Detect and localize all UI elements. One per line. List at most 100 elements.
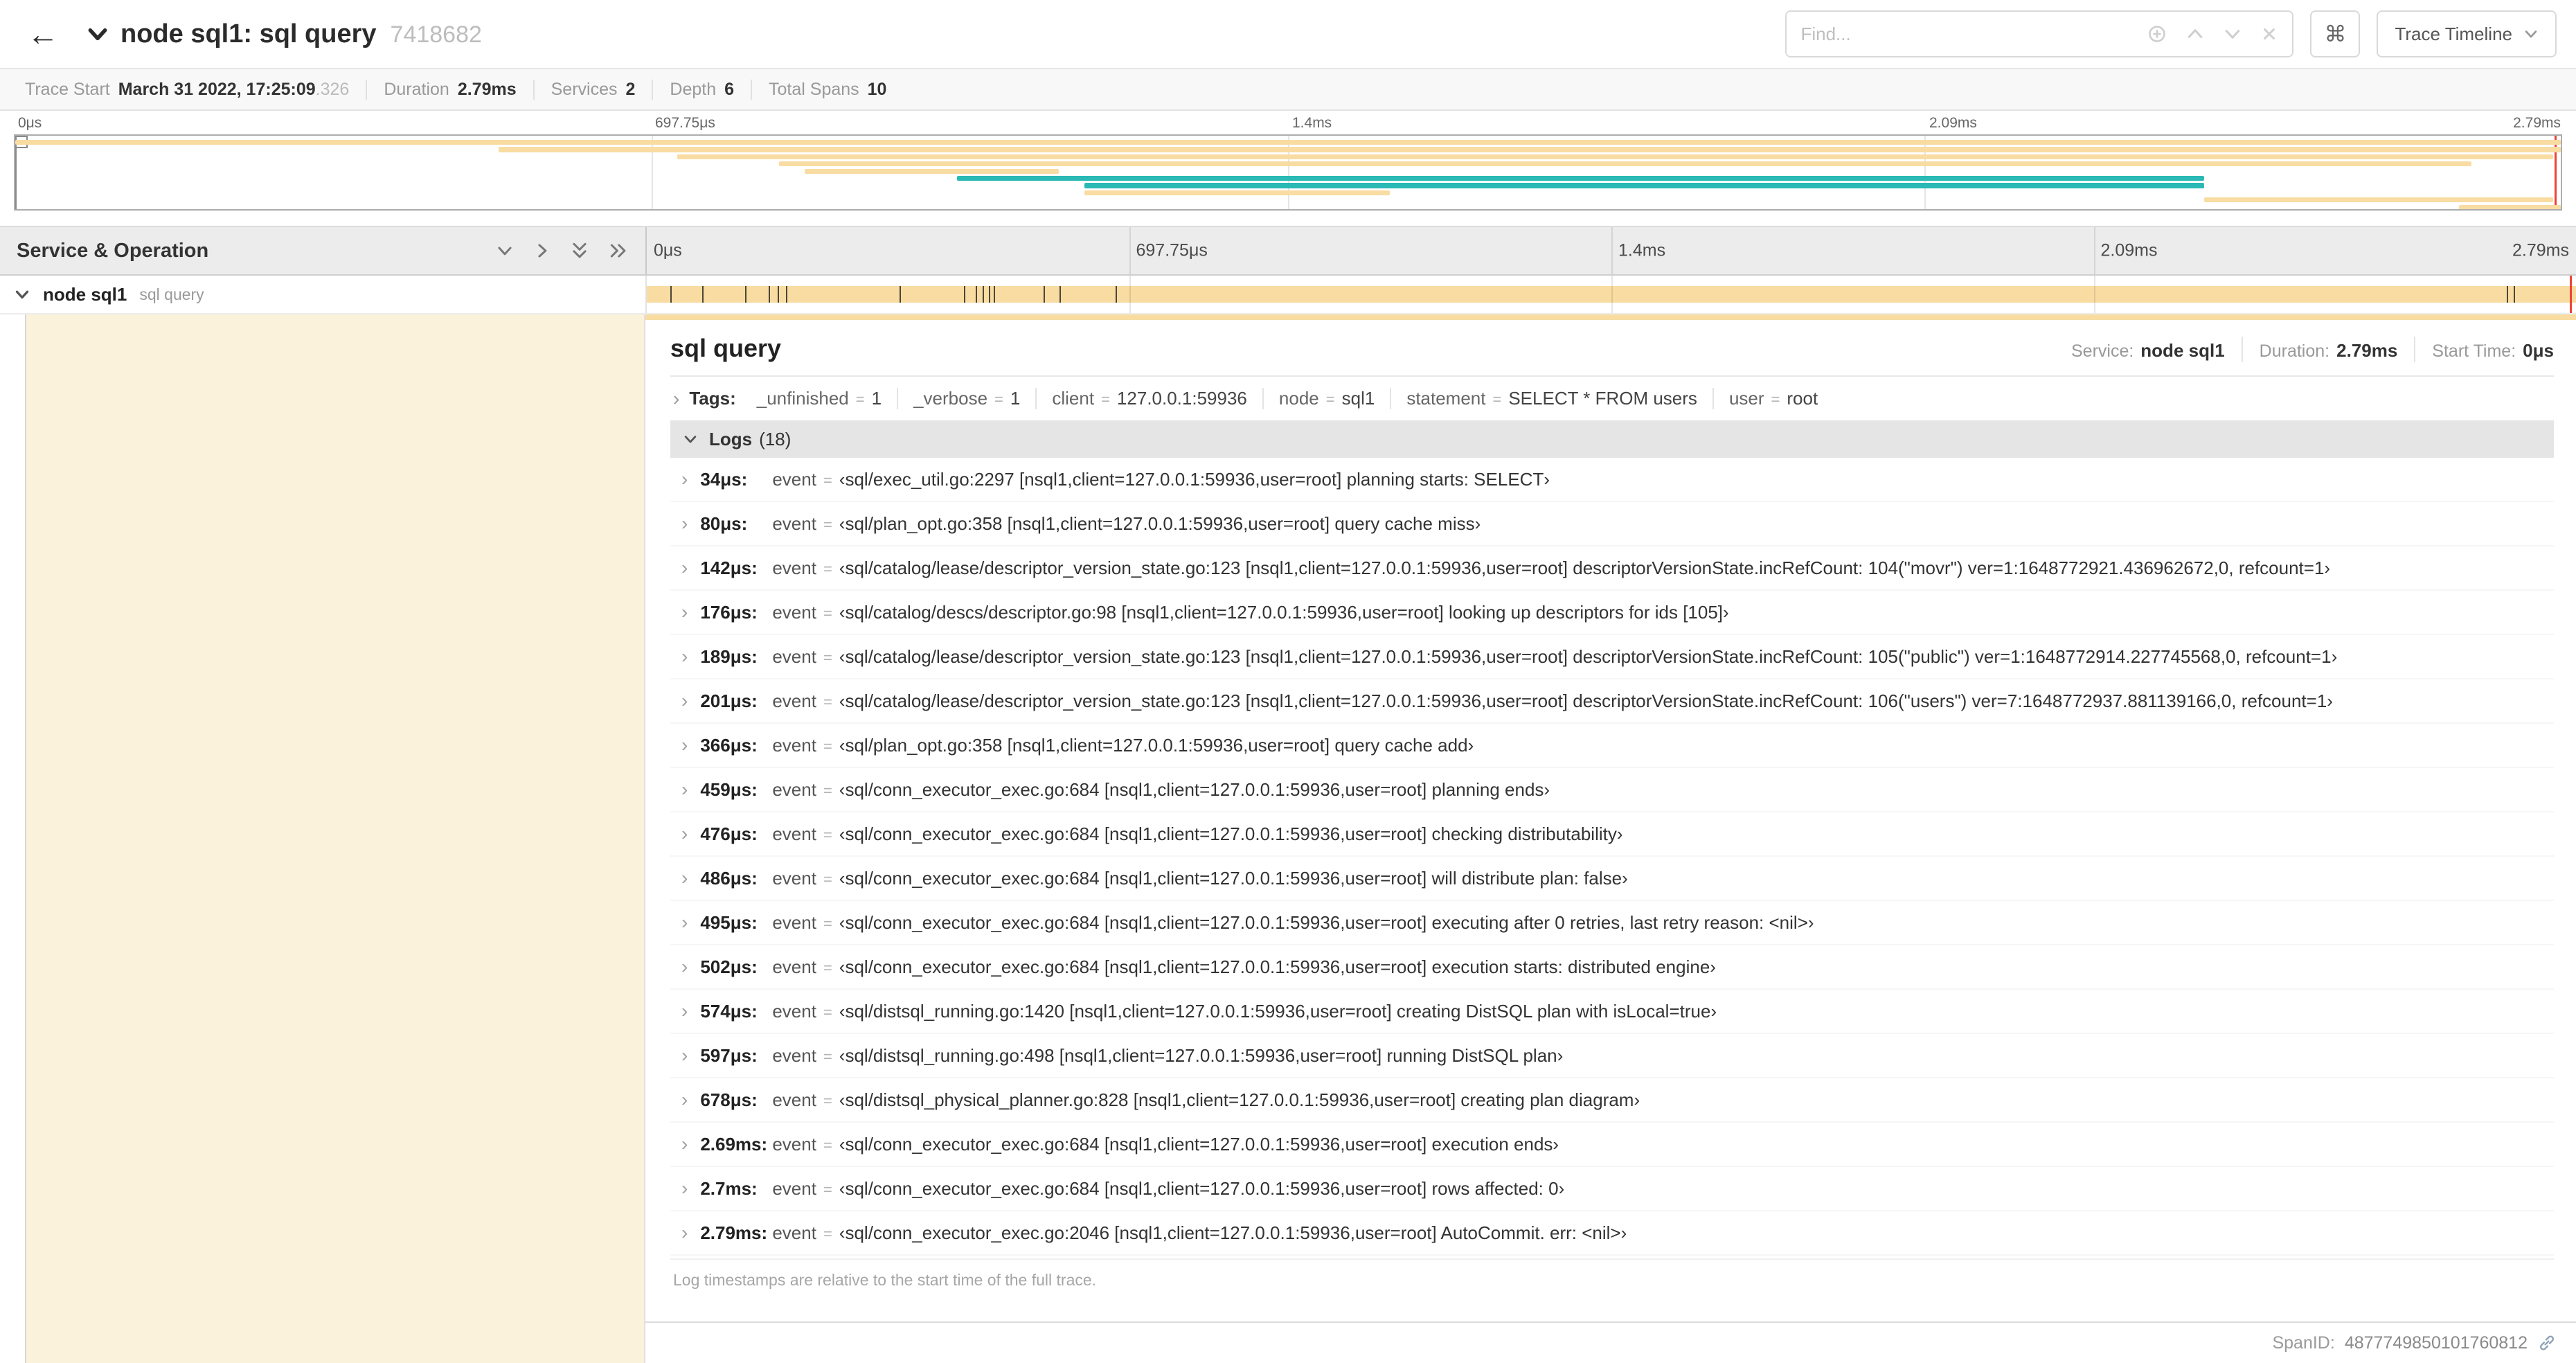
time-tick-label: 697.75μs — [655, 115, 715, 131]
log-event: event = ‹sql/conn_executor_exec.go:684 [ns… — [772, 1178, 1564, 1200]
log-row[interactable]: › 495μs: event = ‹sql/conn_executor_exec.go:… — [670, 901, 2554, 945]
log-row[interactable]: › 2.69ms: event = ‹sql/conn_executor_exec.go… — [670, 1123, 2554, 1167]
log-timestamp: 486μs: — [700, 867, 758, 889]
header-controls: ⌘ Trace Timeline — [1785, 10, 2557, 57]
log-event-value: ‹sql/conn_executor_exec.go:2046 [nsql1,c… — [839, 1222, 1627, 1243]
log-row[interactable]: › 574μs: event = ‹sql/distsql_running.go:142… — [670, 990, 2554, 1034]
log-event-value: ‹sql/distsql_running.go:1420 [nsql1,clie… — [839, 1000, 1717, 1022]
log-timestamp: 495μs: — [700, 911, 758, 933]
log-row[interactable]: › 459μs: event = ‹sql/conn_executor_exec.go:… — [670, 768, 2554, 812]
keyboard-shortcuts-button[interactable]: ⌘ — [2310, 10, 2361, 57]
log-row[interactable]: › 189μs: event = ‹sql/catalog/lease/descript… — [670, 635, 2554, 679]
logs-accordion-header[interactable]: Logs (18) — [670, 420, 2554, 458]
span-id-value: 4877749850101760812 — [2344, 1333, 2528, 1353]
log-event-value: ‹sql/distsql_running.go:498 [nsql1,clien… — [839, 1044, 1564, 1066]
tag-item: node = sql1 — [1264, 388, 1392, 409]
log-event: event = ‹sql/distsql_physical_planner.go:8… — [772, 1089, 1640, 1111]
summary-suffix: .326 — [315, 79, 350, 99]
minimap-span-bar — [778, 161, 2472, 167]
tag-item: statement = SELECT * FROM users — [1391, 388, 1714, 409]
expand-one-icon[interactable] — [533, 242, 551, 260]
chevron-right-icon: › — [681, 1044, 688, 1066]
span-service-meta: Service: node sql1 — [2070, 340, 2225, 361]
log-event: event = ‹sql/catalog/descs/descriptor.go:9… — [772, 602, 1728, 623]
tags-accordion[interactable]: › Tags: _unfinished = 1 _verbose = 1 client = 12… — [670, 377, 2554, 420]
log-event-key: event — [772, 823, 816, 844]
summary-item: Total Spans 10 — [752, 80, 903, 100]
trace-view-select[interactable]: Trace Timeline — [2377, 10, 2557, 57]
log-row[interactable]: › 597μs: event = ‹sql/distsql_running.go:498… — [670, 1034, 2554, 1078]
chevron-right-icon: › — [681, 513, 688, 534]
equals-sign: = — [823, 737, 832, 755]
equals-sign: = — [823, 471, 832, 489]
minimap-canvas[interactable] — [14, 134, 2562, 211]
trace-collapse-toggle[interactable] — [86, 22, 109, 46]
log-event-tick — [983, 286, 985, 303]
log-row[interactable]: › 201μs: event = ‹sql/catalog/lease/descript… — [670, 679, 2554, 724]
span-service-name: node sql1 — [43, 283, 127, 305]
trace-header: ← node sql1: sql query7418682 ⌘ Trace Ti… — [0, 0, 2576, 69]
minimap-span-bar — [677, 154, 2553, 159]
log-event-value: ‹sql/catalog/lease/descriptor_version_st… — [839, 645, 2338, 667]
equals-sign: = — [823, 515, 832, 533]
span-detail-meta: Service: node sql1 Duration: 2.79ms Start … — [2055, 337, 2554, 362]
log-timestamp: 142μs: — [700, 557, 758, 578]
span-expand-chevron-icon[interactable] — [14, 286, 30, 303]
tag-key: client — [1052, 388, 1095, 409]
log-timestamp: 678μs: — [700, 1089, 758, 1110]
tag-value: SELECT * FROM users — [1508, 388, 1697, 409]
chevron-down-icon — [2525, 30, 2537, 38]
timeline-collapser — [496, 240, 629, 261]
minimap-span-bar — [957, 176, 2205, 181]
log-row[interactable]: › 2.7ms: event = ‹sql/conn_executor_exec.go:… — [670, 1167, 2554, 1211]
match-next-icon[interactable] — [2223, 24, 2242, 44]
timeline-gridline — [1129, 276, 1131, 313]
span-row-timeline[interactable] — [645, 276, 2576, 313]
log-row[interactable]: › 678μs: event = ‹sql/distsql_physical_plann… — [670, 1078, 2554, 1123]
equals-sign: = — [823, 648, 832, 666]
match-prev-icon[interactable] — [2185, 24, 2205, 44]
log-row[interactable]: › 80μs: event = ‹sql/plan_opt.go:358 [nsql1,… — [670, 502, 2554, 546]
log-row[interactable]: › 476μs: event = ‹sql/conn_executor_exec.go:… — [670, 812, 2554, 857]
back-button[interactable]: ← — [19, 10, 66, 57]
locate-icon[interactable] — [2147, 24, 2167, 44]
span-color-accent-bar — [645, 314, 2576, 320]
chevron-down-icon — [88, 28, 107, 41]
span-row-name-column[interactable]: node sql1 sql query — [0, 276, 645, 313]
deep-link-icon[interactable] — [2537, 1333, 2557, 1353]
logs-list: › 34μs: event = ‹sql/exec_util.go:2297 [nsql… — [670, 458, 2554, 1256]
log-event-tick — [1044, 286, 1046, 303]
minimap-scrubber-handle[interactable] — [15, 136, 28, 209]
span-duration-meta: Duration: 2.79ms — [2241, 337, 2415, 362]
summary-item: Services 2 — [535, 79, 654, 100]
chevron-right-icon: › — [681, 557, 688, 578]
equals-sign: = — [855, 391, 865, 408]
log-event-key: event — [772, 1044, 816, 1066]
collapse-one-icon[interactable] — [496, 242, 514, 260]
log-row[interactable]: › 176μs: event = ‹sql/catalog/descs/descript… — [670, 591, 2554, 635]
find-input[interactable] — [1787, 12, 2134, 56]
log-event-key: event — [772, 513, 816, 534]
clear-find-icon[interactable] — [2260, 25, 2278, 43]
equals-sign: = — [1492, 391, 1502, 408]
expand-all-icon[interactable] — [608, 242, 629, 260]
summary-item: Depth 6 — [653, 79, 753, 100]
log-event-key: event — [772, 734, 816, 756]
log-event-tick — [777, 286, 779, 303]
service-operation-header: Service & Operation — [0, 227, 645, 274]
log-event: event = ‹sql/catalog/lease/descriptor_vers… — [772, 558, 2330, 579]
collapse-all-icon[interactable] — [571, 240, 589, 261]
log-event-tick — [1059, 286, 1062, 303]
log-event: event = ‹sql/conn_executor_exec.go:684 [ns… — [772, 912, 1814, 934]
log-row[interactable]: › 486μs: event = ‹sql/conn_executor_exec.go:… — [670, 857, 2554, 901]
find-box — [1785, 10, 2294, 57]
log-row[interactable]: › 366μs: event = ‹sql/plan_opt.go:358 [nsql1… — [670, 724, 2554, 768]
log-row[interactable]: › 142μs: event = ‹sql/catalog/lease/descript… — [670, 546, 2554, 591]
logs-note: Log timestamps are relative to the start… — [670, 1258, 2554, 1302]
log-row[interactable]: › 2.79ms: event = ‹sql/conn_executor_exec.go… — [670, 1211, 2554, 1256]
back-arrow-icon: ← — [27, 16, 59, 52]
chevron-down-icon — [684, 436, 697, 443]
log-event: event = ‹sql/conn_executor_exec.go:684 [ns… — [772, 779, 1550, 801]
log-row[interactable]: › 34μs: event = ‹sql/exec_util.go:2297 [nsql… — [670, 458, 2554, 502]
log-row[interactable]: › 502μs: event = ‹sql/conn_executor_exec.go:… — [670, 945, 2554, 990]
